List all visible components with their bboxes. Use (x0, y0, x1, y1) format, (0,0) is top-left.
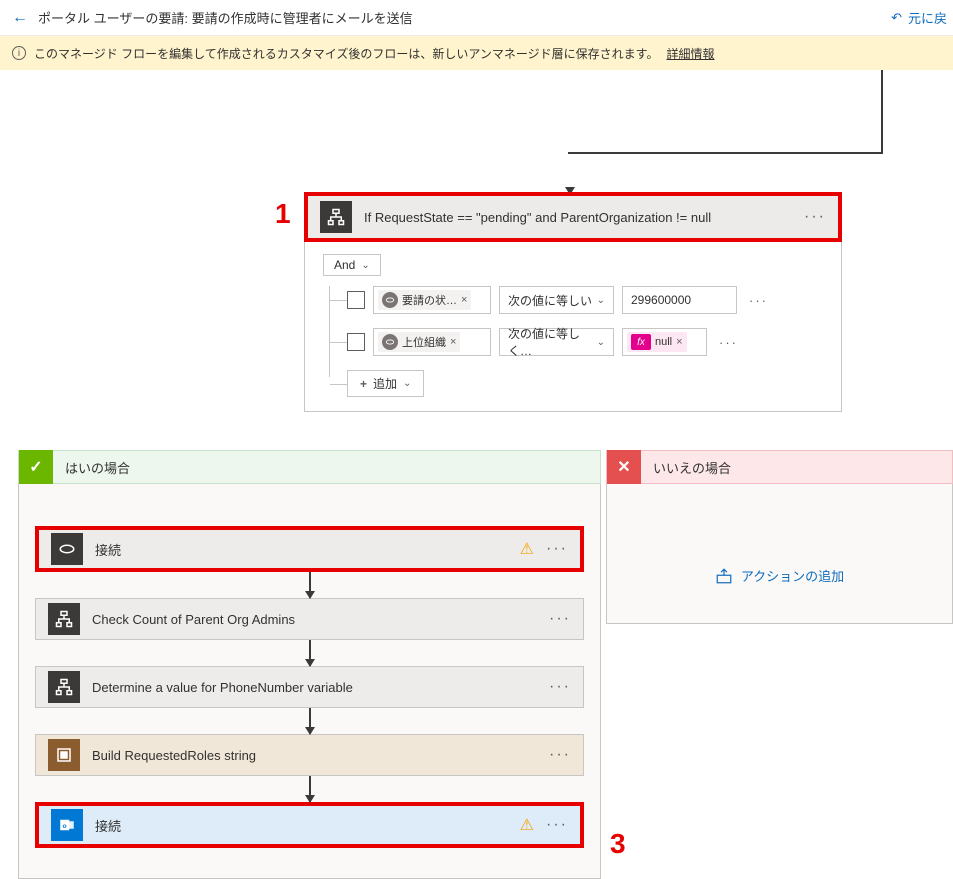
row-menu-icon[interactable]: ··· (715, 335, 742, 350)
row-menu-icon[interactable]: ··· (745, 293, 772, 308)
flow-title: ポータル ユーザーの要請: 要請の作成時に管理者にメールを送信 (38, 8, 413, 27)
outlook-icon: o (51, 809, 83, 841)
highlight-box-1: If RequestState == "pending" and ParentO… (304, 192, 842, 242)
action-card[interactable]: Determine a value for PhoneNumber variab… (35, 666, 584, 708)
canvas: 1 2 3 If RequestState == "pending" and P… (0, 70, 953, 813)
action-menu-icon[interactable]: ··· (549, 746, 571, 764)
no-branch: ✕ いいえの場合 アクションの追加 (606, 450, 953, 624)
revert-button[interactable]: ↶ 元に戻 (891, 8, 947, 27)
condition-row: 要請の状… × 次の値に等しい ⌄ 299600000 ··· (347, 286, 823, 314)
dataverse-icon (51, 533, 83, 565)
undo-icon: ↶ (891, 10, 902, 26)
fx-icon: fx (631, 334, 651, 350)
group-mode-button[interactable]: And ⌄ (323, 254, 381, 276)
info-icon: i (12, 46, 26, 60)
field-picker[interactable]: 要請の状… × (373, 286, 491, 314)
yes-label: はいの場合 (65, 458, 130, 477)
row-checkbox[interactable] (347, 291, 365, 309)
operator-select[interactable]: 次の値に等しい ⌄ (499, 286, 614, 314)
back-arrow-icon[interactable]: ← (12, 9, 28, 27)
no-branch-header[interactable]: ✕ いいえの場合 (606, 450, 953, 484)
dataverse-icon (382, 334, 398, 350)
add-action-icon (715, 567, 733, 585)
condition-header[interactable]: If RequestState == "pending" and ParentO… (308, 196, 838, 238)
annotation-1: 1 (275, 198, 291, 230)
info-link[interactable]: 詳細情報 (666, 45, 714, 62)
info-text: このマネージド フローを編集して作成されるカスタマイズ後のフローは、新しいアンマ… (34, 45, 658, 62)
no-branch-body: アクションの追加 (606, 484, 953, 624)
condition-card: If RequestState == "pending" and ParentO… (304, 192, 842, 412)
chevron-down-icon: ⌄ (361, 260, 369, 271)
condition-rows: 要請の状… × 次の値に等しい ⌄ 299600000 ··· (323, 286, 823, 397)
check-icon: ✓ (19, 450, 53, 484)
highlight-box-3: o 接続 ⚠ ··· (35, 802, 584, 848)
svg-text:o: o (63, 823, 67, 830)
action-card[interactable]: Check Count of Parent Org Admins ··· (35, 598, 584, 640)
connector-arrow (309, 776, 311, 802)
add-row-button[interactable]: + 追加 ⌄ (347, 370, 424, 397)
value-field[interactable]: fx null × (622, 328, 707, 356)
chevron-down-icon: ⌄ (597, 337, 605, 348)
action-menu-icon[interactable]: ··· (549, 678, 571, 696)
condition-body: And ⌄ 要請の状… × (304, 242, 842, 412)
dynamic-token: 上位組織 × (378, 332, 460, 352)
yes-branch-header[interactable]: ✓ はいの場合 (18, 450, 601, 484)
action-card[interactable]: o 接続 ⚠ ··· (39, 806, 580, 844)
plus-icon: + (360, 377, 367, 391)
condition-menu-icon[interactable]: ··· (804, 208, 826, 226)
yes-branch-body: 接続 ⚠ ··· Check Count of Parent Org Admin… (18, 484, 601, 879)
no-label: いいえの場合 (653, 458, 731, 477)
row-checkbox[interactable] (347, 333, 365, 351)
remove-token-icon[interactable]: × (450, 336, 456, 348)
arrow-in-h (568, 152, 883, 154)
arrow-in-v1 (881, 70, 883, 152)
top-bar: ← ポータル ユーザーの要請: 要請の作成時に管理者にメールを送信 ↶ 元に戻 (0, 0, 953, 36)
expression-token: fx null × (627, 332, 687, 352)
condition-icon (48, 603, 80, 635)
condition-icon (48, 671, 80, 703)
chevron-down-icon: ⌄ (597, 295, 605, 306)
field-picker[interactable]: 上位組織 × (373, 328, 491, 356)
dynamic-token: 要請の状… × (378, 290, 471, 310)
action-menu-icon[interactable]: ··· (546, 816, 568, 834)
yes-branch: ✓ はいの場合 接続 ⚠ ··· Check Count of Pa (18, 450, 601, 879)
action-card[interactable]: Build RequestedRoles string ··· (35, 734, 584, 776)
highlight-box-2: 接続 ⚠ ··· (35, 526, 584, 572)
remove-token-icon[interactable]: × (676, 336, 682, 348)
close-icon: ✕ (607, 450, 641, 484)
connector-arrow (309, 640, 311, 666)
warning-icon: ⚠ (520, 815, 534, 835)
condition-icon (320, 201, 352, 233)
connector-arrow (309, 708, 311, 734)
connector-arrow (309, 572, 311, 598)
dataverse-icon (382, 292, 398, 308)
condition-title: If RequestState == "pending" and ParentO… (364, 210, 792, 225)
remove-token-icon[interactable]: × (461, 294, 467, 306)
chevron-down-icon: ⌄ (403, 378, 411, 389)
info-banner: i このマネージド フローを編集して作成されるカスタマイズ後のフローは、新しいア… (0, 36, 953, 70)
annotation-3: 3 (610, 828, 626, 860)
action-card[interactable]: 接続 ⚠ ··· (39, 530, 580, 568)
warning-icon: ⚠ (520, 539, 534, 559)
add-action-button[interactable]: アクションの追加 (623, 566, 936, 585)
action-menu-icon[interactable]: ··· (546, 540, 568, 558)
action-menu-icon[interactable]: ··· (549, 610, 571, 628)
scope-icon (48, 739, 80, 771)
operator-select[interactable]: 次の値に等しく… ⌄ (499, 328, 614, 356)
condition-row: 上位組織 × 次の値に等しく… ⌄ fx null × (347, 328, 823, 356)
value-field[interactable]: 299600000 (622, 286, 737, 314)
